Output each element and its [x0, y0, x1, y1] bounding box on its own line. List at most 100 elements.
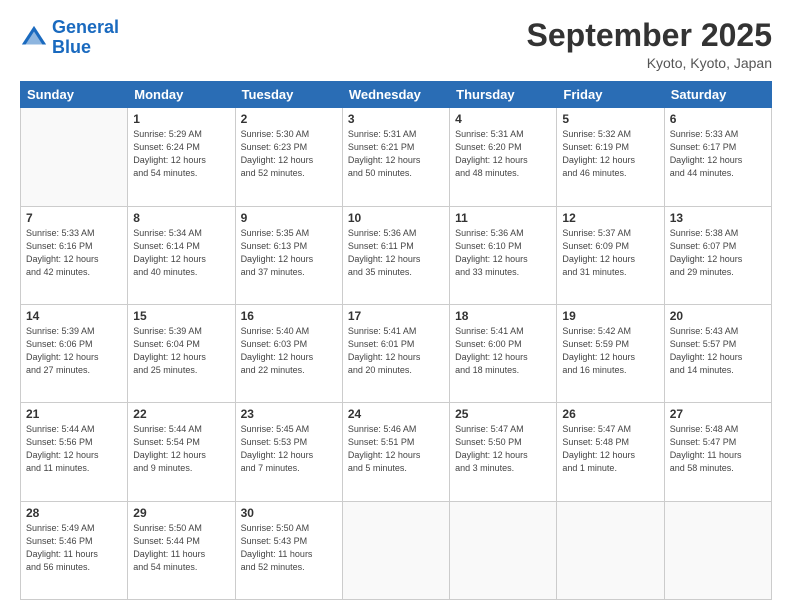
logo-line2: Blue [52, 38, 119, 58]
header-saturday: Saturday [664, 82, 771, 108]
calendar-week-row: 21Sunrise: 5:44 AM Sunset: 5:56 PM Dayli… [21, 403, 772, 501]
day-number: 27 [670, 407, 766, 421]
day-info: Sunrise: 5:30 AM Sunset: 6:23 PM Dayligh… [241, 128, 337, 180]
day-info: Sunrise: 5:32 AM Sunset: 6:19 PM Dayligh… [562, 128, 658, 180]
table-row: 3Sunrise: 5:31 AM Sunset: 6:21 PM Daylig… [342, 108, 449, 206]
page: General Blue September 2025 Kyoto, Kyoto… [0, 0, 792, 612]
day-number: 23 [241, 407, 337, 421]
day-info: Sunrise: 5:41 AM Sunset: 6:01 PM Dayligh… [348, 325, 444, 377]
table-row: 26Sunrise: 5:47 AM Sunset: 5:48 PM Dayli… [557, 403, 664, 501]
day-number: 1 [133, 112, 229, 126]
table-row: 9Sunrise: 5:35 AM Sunset: 6:13 PM Daylig… [235, 206, 342, 304]
table-row: 6 Sunrise: 5:33 AM Sunset: 6:17 PM Daylig… [664, 108, 771, 206]
day-info: Sunrise: 5:39 AM Sunset: 6:04 PM Dayligh… [133, 325, 229, 377]
day-number: 8 [133, 211, 229, 225]
month-title: September 2025 [527, 18, 772, 53]
calendar-header: Sunday Monday Tuesday Wednesday Thursday… [21, 82, 772, 108]
day-number: 24 [348, 407, 444, 421]
day-number: 9 [241, 211, 337, 225]
header-thursday: Thursday [450, 82, 557, 108]
day-info: Sunrise: 5:36 AM Sunset: 6:10 PM Dayligh… [455, 227, 551, 279]
logo-line1: General [52, 17, 119, 37]
location: Kyoto, Kyoto, Japan [527, 55, 772, 71]
table-row: 1 Sunrise: 5:29 AM Sunset: 6:24 PM Daylig… [128, 108, 235, 206]
table-row [557, 501, 664, 599]
table-row: 13 Sunrise: 5:38 AM Sunset: 6:07 PM Dayli… [664, 206, 771, 304]
table-row [21, 108, 128, 206]
day-number: 30 [241, 506, 337, 520]
day-info: Sunrise: 5:36 AM Sunset: 6:11 PM Dayligh… [348, 227, 444, 279]
table-row: 15 Sunrise: 5:39 AM Sunset: 6:04 PM Dayli… [128, 304, 235, 402]
header-monday: Monday [128, 82, 235, 108]
table-row: 21Sunrise: 5:44 AM Sunset: 5:56 PM Dayli… [21, 403, 128, 501]
day-number: 7 [26, 211, 122, 225]
day-number: 26 [562, 407, 658, 421]
table-row: 19Sunrise: 5:42 AM Sunset: 5:59 PM Dayli… [557, 304, 664, 402]
day-info: Sunrise: 5:48 AM Sunset: 5:47 PM Dayligh… [670, 423, 766, 475]
calendar-week-row: 28Sunrise: 5:49 AM Sunset: 5:46 PM Dayli… [21, 501, 772, 599]
table-row [664, 501, 771, 599]
table-row: 25Sunrise: 5:47 AM Sunset: 5:50 PM Dayli… [450, 403, 557, 501]
calendar-week-row: 1 Sunrise: 5:29 AM Sunset: 6:24 PM Daylig… [21, 108, 772, 206]
day-info: Sunrise: 5:40 AM Sunset: 6:03 PM Dayligh… [241, 325, 337, 377]
day-info: Sunrise: 5:29 AM Sunset: 6:24 PM Dayligh… [133, 128, 229, 180]
calendar-week-row: 14Sunrise: 5:39 AM Sunset: 6:06 PM Dayli… [21, 304, 772, 402]
header-wednesday: Wednesday [342, 82, 449, 108]
table-row: 5Sunrise: 5:32 AM Sunset: 6:19 PM Daylig… [557, 108, 664, 206]
table-row [342, 501, 449, 599]
calendar: Sunday Monday Tuesday Wednesday Thursday… [20, 81, 772, 600]
day-info: Sunrise: 5:46 AM Sunset: 5:51 PM Dayligh… [348, 423, 444, 475]
table-row: 27 Sunrise: 5:48 AM Sunset: 5:47 PM Dayli… [664, 403, 771, 501]
day-number: 22 [133, 407, 229, 421]
day-number: 29 [133, 506, 229, 520]
table-row: 16Sunrise: 5:40 AM Sunset: 6:03 PM Dayli… [235, 304, 342, 402]
day-number: 17 [348, 309, 444, 323]
table-row: 11 Sunrise: 5:36 AM Sunset: 6:10 PM Dayli… [450, 206, 557, 304]
table-row: 2 Sunrise: 5:30 AM Sunset: 6:23 PM Daylig… [235, 108, 342, 206]
table-row: 29 Sunrise: 5:50 AM Sunset: 5:44 PM Dayli… [128, 501, 235, 599]
header-tuesday: Tuesday [235, 82, 342, 108]
day-number: 13 [670, 211, 766, 225]
day-info: Sunrise: 5:33 AM Sunset: 6:16 PM Dayligh… [26, 227, 122, 279]
table-row: 12 Sunrise: 5:37 AM Sunset: 6:09 PM Dayli… [557, 206, 664, 304]
header-friday: Friday [557, 82, 664, 108]
day-number: 6 [670, 112, 766, 126]
day-number: 4 [455, 112, 551, 126]
calendar-body: 1 Sunrise: 5:29 AM Sunset: 6:24 PM Daylig… [21, 108, 772, 600]
day-number: 18 [455, 309, 551, 323]
day-info: Sunrise: 5:49 AM Sunset: 5:46 PM Dayligh… [26, 522, 122, 574]
day-number: 12 [562, 211, 658, 225]
day-info: Sunrise: 5:38 AM Sunset: 6:07 PM Dayligh… [670, 227, 766, 279]
table-row: 7 Sunrise: 5:33 AM Sunset: 6:16 PM Daylig… [21, 206, 128, 304]
day-info: Sunrise: 5:47 AM Sunset: 5:50 PM Dayligh… [455, 423, 551, 475]
day-info: Sunrise: 5:50 AM Sunset: 5:44 PM Dayligh… [133, 522, 229, 574]
day-info: Sunrise: 5:41 AM Sunset: 6:00 PM Dayligh… [455, 325, 551, 377]
table-row: 22Sunrise: 5:44 AM Sunset: 5:54 PM Dayli… [128, 403, 235, 501]
calendar-week-row: 7 Sunrise: 5:33 AM Sunset: 6:16 PM Daylig… [21, 206, 772, 304]
day-info: Sunrise: 5:37 AM Sunset: 6:09 PM Dayligh… [562, 227, 658, 279]
day-info: Sunrise: 5:50 AM Sunset: 5:43 PM Dayligh… [241, 522, 337, 574]
table-row: 30 Sunrise: 5:50 AM Sunset: 5:43 PM Dayli… [235, 501, 342, 599]
table-row: 10Sunrise: 5:36 AM Sunset: 6:11 PM Dayli… [342, 206, 449, 304]
table-row: 14Sunrise: 5:39 AM Sunset: 6:06 PM Dayli… [21, 304, 128, 402]
table-row: 23Sunrise: 5:45 AM Sunset: 5:53 PM Dayli… [235, 403, 342, 501]
day-number: 11 [455, 211, 551, 225]
table-row: 8 Sunrise: 5:34 AM Sunset: 6:14 PM Daylig… [128, 206, 235, 304]
header: General Blue September 2025 Kyoto, Kyoto… [20, 18, 772, 71]
day-info: Sunrise: 5:43 AM Sunset: 5:57 PM Dayligh… [670, 325, 766, 377]
logo: General Blue [20, 18, 119, 58]
day-number: 20 [670, 309, 766, 323]
day-info: Sunrise: 5:34 AM Sunset: 6:14 PM Dayligh… [133, 227, 229, 279]
day-number: 19 [562, 309, 658, 323]
day-info: Sunrise: 5:44 AM Sunset: 5:56 PM Dayligh… [26, 423, 122, 475]
table-row: 4Sunrise: 5:31 AM Sunset: 6:20 PM Daylig… [450, 108, 557, 206]
table-row: 20 Sunrise: 5:43 AM Sunset: 5:57 PM Dayli… [664, 304, 771, 402]
logo-text: General Blue [52, 18, 119, 58]
logo-icon [20, 24, 48, 52]
day-info: Sunrise: 5:33 AM Sunset: 6:17 PM Dayligh… [670, 128, 766, 180]
day-number: 15 [133, 309, 229, 323]
weekday-header-row: Sunday Monday Tuesday Wednesday Thursday… [21, 82, 772, 108]
table-row: 28Sunrise: 5:49 AM Sunset: 5:46 PM Dayli… [21, 501, 128, 599]
table-row: 24 Sunrise: 5:46 AM Sunset: 5:51 PM Dayli… [342, 403, 449, 501]
day-number: 2 [241, 112, 337, 126]
